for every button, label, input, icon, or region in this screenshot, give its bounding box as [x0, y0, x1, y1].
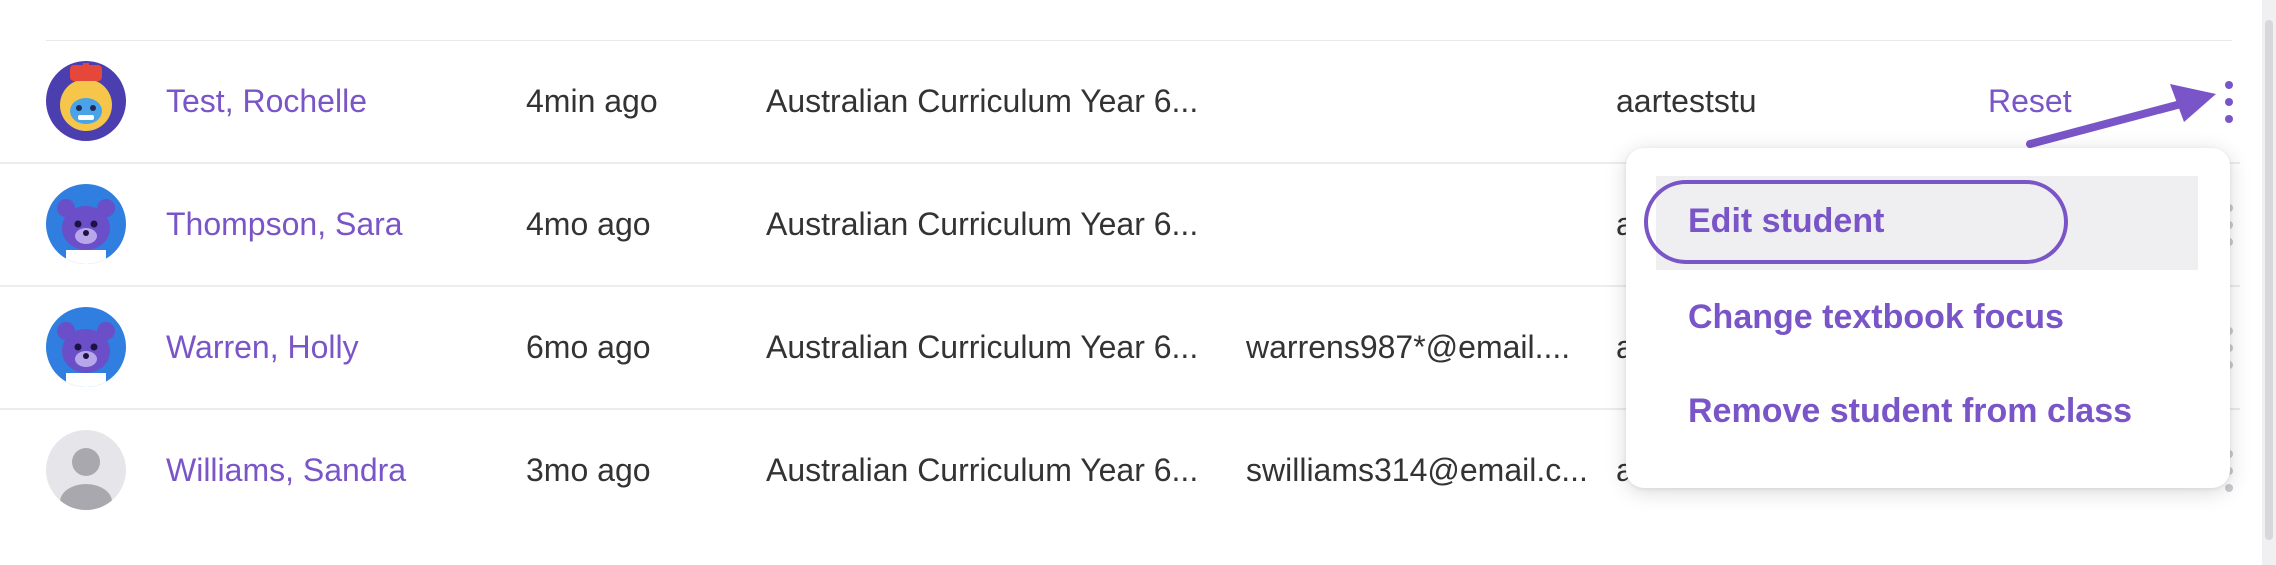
menu-item-label: Change textbook focus	[1688, 297, 2064, 336]
menu-item-label: Remove student from class	[1688, 391, 2133, 430]
curriculum: Australian Curriculum Year 6...	[766, 83, 1199, 119]
scrollbar[interactable]	[2262, 0, 2276, 565]
robot-avatar	[46, 61, 126, 141]
curriculum: Australian Curriculum Year 6...	[766, 329, 1199, 365]
edit-student-menu-item[interactable]: Edit student	[1626, 176, 2230, 270]
bear-avatar	[46, 307, 126, 387]
username: aarteststu	[1616, 83, 1757, 119]
default-user-avatar	[46, 430, 126, 510]
student-name-link[interactable]: Warren, Holly	[166, 287, 359, 408]
email: warrens987*@email....	[1246, 329, 1571, 365]
bear-avatar	[46, 184, 126, 264]
scrollbar-thumb[interactable]	[2265, 20, 2273, 540]
remove-student-menu-item[interactable]: Remove student from class	[1626, 366, 2230, 456]
curriculum: Australian Curriculum Year 6...	[766, 206, 1199, 242]
student-name-link[interactable]: Williams, Sandra	[166, 410, 406, 531]
last-active: 3mo ago	[526, 452, 651, 488]
last-active: 4min ago	[526, 83, 658, 119]
menu-item-label: Edit student	[1688, 201, 1885, 240]
table-row: Test, Rochelle 4min ago Australian Curri…	[0, 41, 2240, 164]
last-active: 4mo ago	[526, 206, 651, 242]
change-textbook-focus-menu-item[interactable]: Change textbook focus	[1626, 272, 2230, 362]
last-active: 6mo ago	[526, 329, 651, 365]
email: swilliams314@email.c...	[1246, 452, 1588, 488]
curriculum: Australian Curriculum Year 6...	[766, 452, 1199, 488]
student-options-menu: Edit student Change textbook focus Remov…	[1626, 148, 2230, 488]
student-name-link[interactable]: Test, Rochelle	[166, 41, 367, 162]
student-name-link[interactable]: Thompson, Sara	[166, 164, 403, 285]
more-options-icon[interactable]	[2218, 81, 2240, 123]
